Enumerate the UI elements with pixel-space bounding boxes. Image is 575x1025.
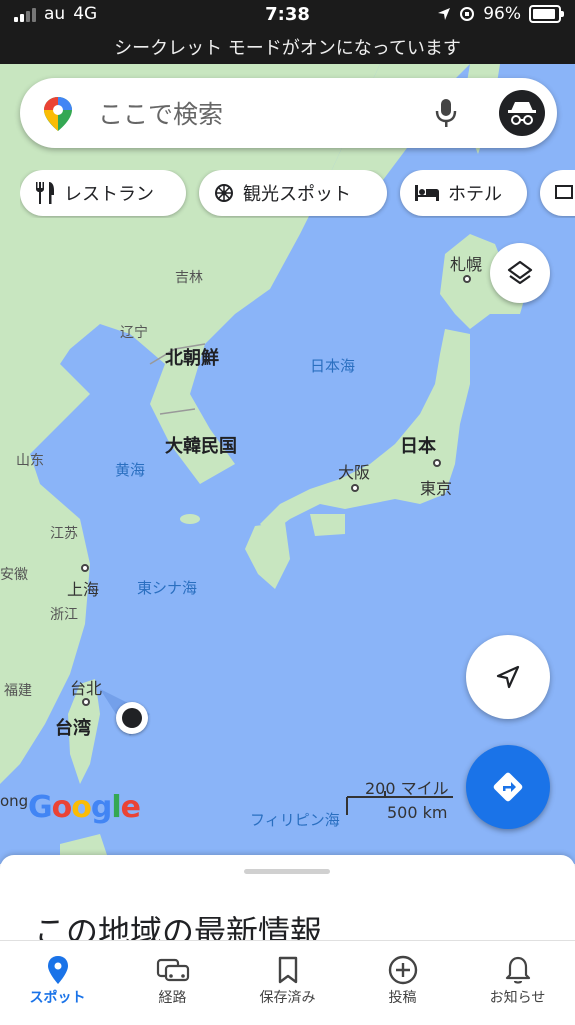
nav-label: 投稿	[388, 990, 417, 1006]
map-label-east-china-sea: 東シナ海	[137, 579, 198, 597]
nav-go[interactable]: 経路	[115, 953, 230, 1007]
map-label-jiangsu: 江苏	[50, 526, 78, 542]
map-label-fujian: 福建	[4, 683, 32, 699]
map-label-south-korea[interactable]: 大韓民国	[165, 432, 237, 458]
map-label-taipei[interactable]: 台北	[70, 675, 102, 699]
location-arrow-icon	[438, 8, 451, 20]
chip-label: レストラン	[64, 184, 154, 205]
map-label-zhejiang: 浙江	[50, 607, 78, 623]
category-chips: レストラン 観光スポット ホテル	[20, 170, 575, 218]
attraction-icon	[215, 184, 233, 202]
map-label-partial: ong	[0, 792, 29, 810]
chip-label: ホテル	[448, 184, 502, 205]
google-logo: Google	[28, 790, 141, 825]
bottom-nav: スポット 経路 保存済み 投稿 お知らせ	[0, 940, 575, 1025]
map-label-tokyo[interactable]: 東京	[420, 475, 452, 499]
shikoku-land	[310, 514, 345, 536]
nav-contribute[interactable]: 投稿	[345, 953, 460, 1007]
scale-km: 500 km	[387, 803, 448, 822]
map-pin-sapporo[interactable]	[463, 275, 471, 283]
shopping-icon	[555, 185, 573, 199]
map-label-north-korea[interactable]: 北朝鮮	[165, 344, 219, 370]
my-location-marker[interactable]	[116, 702, 148, 734]
layers-icon	[507, 260, 533, 285]
bookmark-icon	[278, 956, 297, 984]
chip-attractions[interactable]: 観光スポット	[199, 170, 387, 216]
jeju-land	[180, 514, 200, 524]
directions-button[interactable]	[466, 745, 550, 829]
nav-saved[interactable]: 保存済み	[230, 953, 345, 1007]
honshu-land	[260, 329, 470, 534]
map-label-japan[interactable]: 日本	[400, 432, 436, 458]
incognito-icon	[508, 102, 536, 125]
map-label-shanghai[interactable]: 上海	[67, 576, 99, 600]
nav-label: 経路	[158, 990, 187, 1006]
map-pin-tokyo[interactable]	[433, 459, 441, 467]
map-label-liaoning: 辽宁	[120, 325, 148, 341]
add-circle-icon	[388, 955, 417, 985]
map-label-philippine-sea: フィリピン海	[250, 811, 340, 829]
nav-explore[interactable]: スポット	[0, 953, 115, 1007]
chip-more[interactable]	[540, 170, 575, 216]
location-pin-icon	[47, 956, 68, 984]
rotation-lock-icon	[460, 7, 475, 21]
status-bar: au 4G 7:38 96% シークレット モードがオンになっています	[0, 0, 575, 64]
incognito-banner: シークレット モードがオンになっています	[114, 38, 461, 59]
search-bar[interactable]	[20, 78, 557, 148]
battery-icon	[529, 5, 564, 23]
maps-logo-icon	[44, 97, 72, 131]
directions-icon	[493, 772, 523, 802]
map-label-sea-of-japan: 日本海	[310, 357, 356, 375]
map-pin-taipei[interactable]	[82, 698, 90, 706]
hotel-icon	[415, 185, 439, 201]
microphone-icon[interactable]	[435, 98, 457, 128]
map-label-yellow-sea: 黄海	[115, 461, 146, 479]
map-label-taiwan[interactable]: 台湾	[55, 714, 91, 740]
search-input[interactable]	[96, 96, 420, 132]
map-label-anhui: 安徽	[0, 567, 28, 583]
map-label-jilin: 吉林	[175, 270, 203, 286]
chip-label: 観光スポット	[243, 184, 351, 205]
my-location-button[interactable]	[466, 635, 550, 719]
layers-button[interactable]	[490, 243, 550, 303]
car-icon	[156, 958, 189, 982]
nav-label: 保存済み	[259, 990, 316, 1006]
restaurant-icon	[36, 182, 54, 204]
map-pin-osaka[interactable]	[351, 484, 359, 492]
map-label-osaka[interactable]: 大阪	[338, 459, 370, 483]
nav-updates[interactable]: お知らせ	[460, 953, 575, 1007]
sheet-drag-handle[interactable]	[244, 869, 330, 874]
map-pin-shanghai[interactable]	[81, 564, 89, 572]
battery-percent: 96%	[483, 4, 521, 24]
incognito-avatar-button[interactable]	[499, 90, 545, 136]
map-label-shandong: 山东	[16, 453, 44, 469]
nav-label: お知らせ	[489, 990, 546, 1006]
navigation-arrow-icon	[496, 665, 520, 689]
kyushu-land	[245, 522, 290, 589]
chip-restaurant[interactable]: レストラン	[20, 170, 186, 216]
nav-label: スポット	[29, 990, 86, 1006]
chip-hotel[interactable]: ホテル	[400, 170, 527, 216]
bell-icon	[505, 956, 530, 984]
map-scale: 200 マイル 500 km	[345, 775, 455, 825]
map-label-sapporo[interactable]: 札幌	[450, 251, 482, 275]
